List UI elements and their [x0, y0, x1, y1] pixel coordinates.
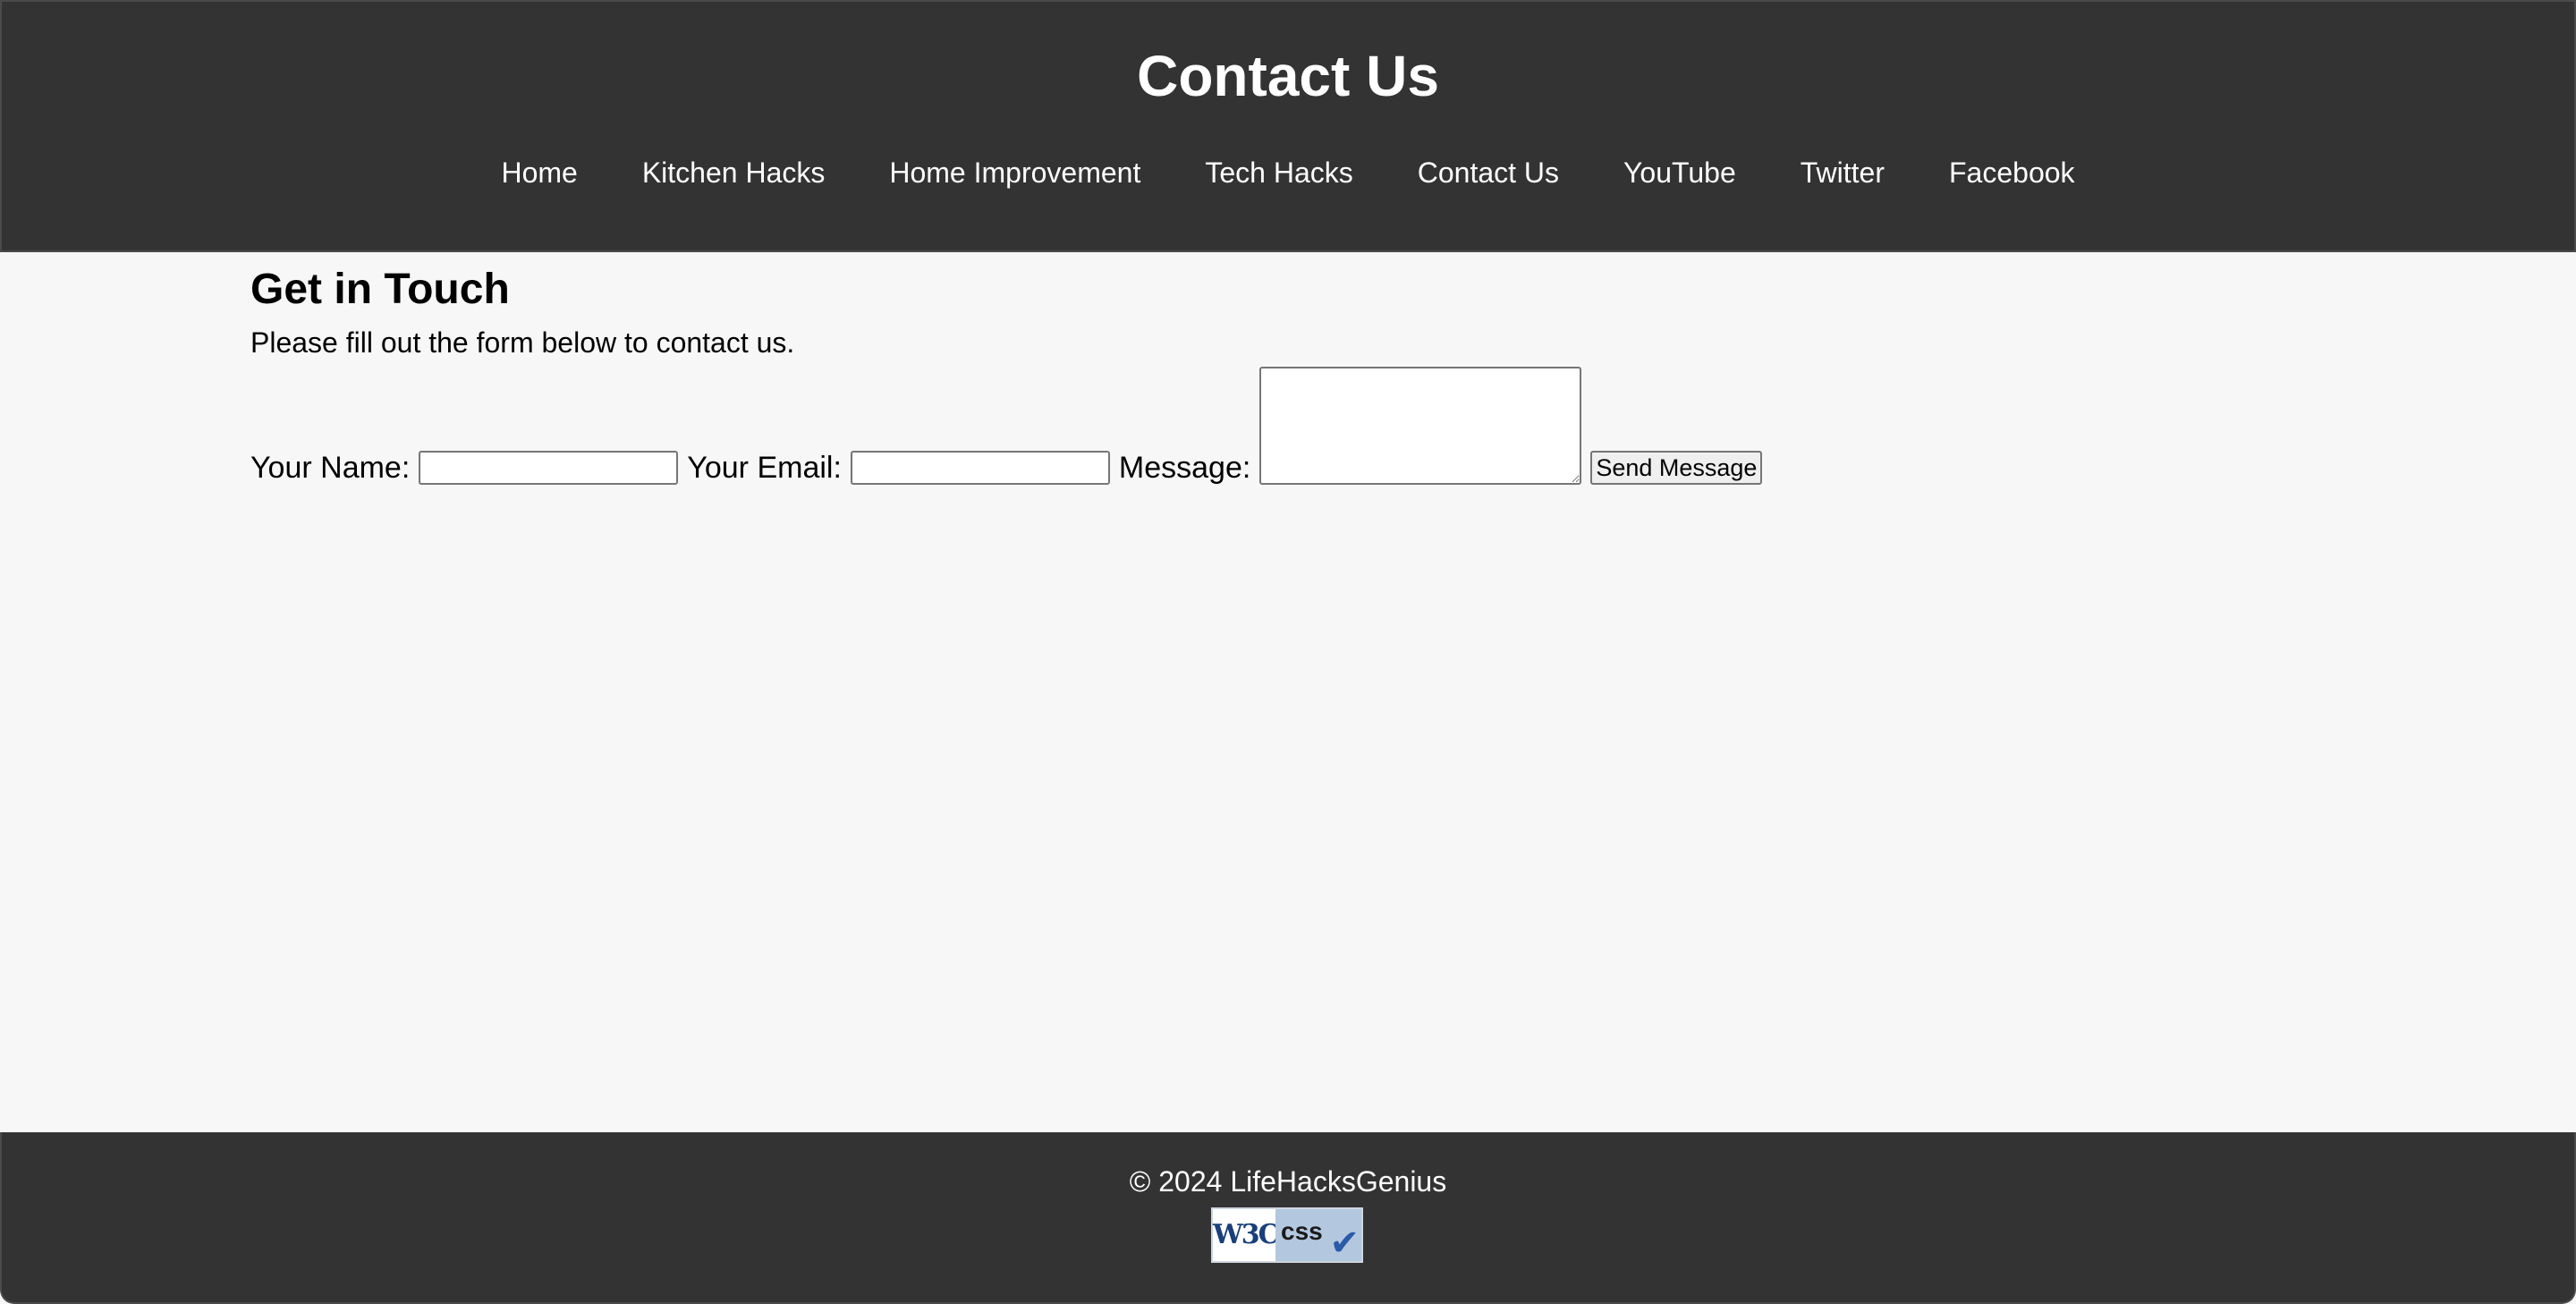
nav-link-home-improvement[interactable]: Home Improvement	[889, 154, 1140, 191]
site-header: Contact Us Home Kitchen Hacks Home Impro…	[0, 0, 2576, 252]
nav-link-kitchen-hacks[interactable]: Kitchen Hacks	[642, 154, 826, 191]
site-footer: © 2024 LifeHacksGenius W3C css ✔	[0, 1132, 2576, 1304]
nav-link-tech-hacks[interactable]: Tech Hacks	[1205, 154, 1352, 191]
name-label: Your Name:	[250, 451, 411, 485]
main-nav: Home Kitchen Hacks Home Improvement Tech…	[2, 154, 2574, 191]
nav-link-twitter[interactable]: Twitter	[1801, 154, 1885, 191]
css-label: css	[1281, 1217, 1323, 1245]
message-label: Message:	[1118, 451, 1251, 485]
send-message-button[interactable]: Send Message	[1590, 451, 1763, 485]
copyright-text: © 2024 LifeHacksGenius	[1129, 1165, 1447, 1198]
w3c-logo: W3C	[1213, 1209, 1279, 1261]
nav-link-contact-us[interactable]: Contact Us	[1418, 154, 1559, 191]
nav-link-home[interactable]: Home	[501, 154, 577, 191]
email-label: Your Email:	[687, 451, 842, 485]
nav-link-youtube[interactable]: YouTube	[1623, 154, 1736, 191]
section-heading: Get in Touch	[250, 266, 510, 313]
message-textarea[interactable]	[1259, 367, 1582, 485]
name-input[interactable]	[419, 451, 679, 485]
intro-text: Please fill out the form below to contac…	[250, 326, 795, 359]
contact-form: Your Name: Your Email: Message: Send Mes…	[250, 367, 1763, 485]
checkmark-icon: ✔	[1329, 1224, 1360, 1263]
page-title: Contact Us	[1137, 44, 1439, 108]
nav-link-facebook[interactable]: Facebook	[1949, 154, 2075, 191]
css-badge-text: css ✔	[1275, 1209, 1361, 1261]
w3c-css-badge[interactable]: W3C css ✔	[1211, 1207, 1363, 1263]
email-input[interactable]	[850, 451, 1110, 485]
